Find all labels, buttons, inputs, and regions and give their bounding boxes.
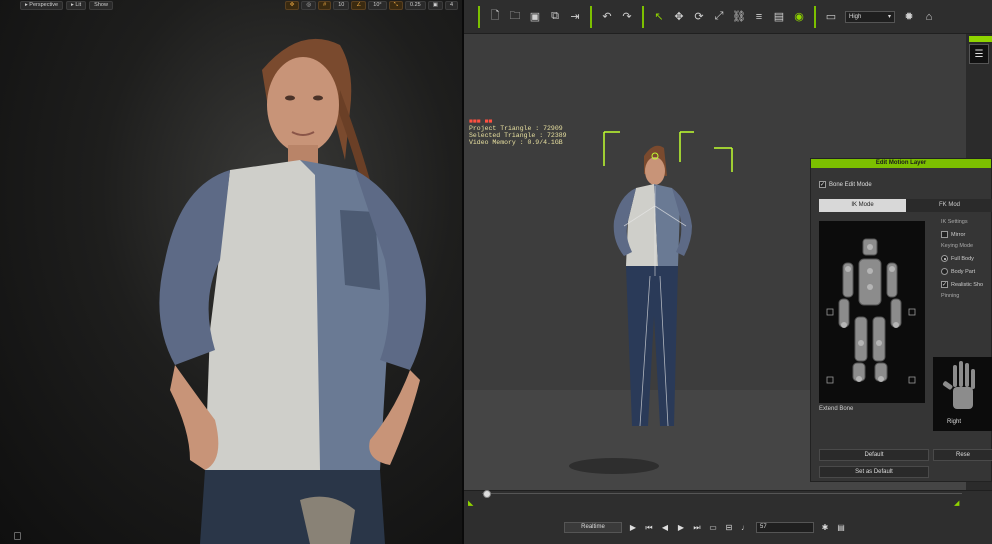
ik-settings-label: IK Settings [941,219,968,225]
timeline-panel-icon[interactable]: ▤ [836,523,846,532]
new-file-icon[interactable]: 🗋 [486,8,504,26]
unreal-viewport[interactable]: ▸ Perspective ▸ Lit Show ✥ ◎ # 10 ∠ 10° … [0,0,462,544]
full-body-radio[interactable] [941,255,948,262]
project-triangle-stat: Project Triangle : 72909 [469,125,563,132]
pin-left-foot-icon[interactable] [826,376,834,384]
current-frame-input[interactable]: 57 [756,522,814,533]
toolbar-separator [478,5,480,28]
hand-diagram [942,361,975,409]
redo-icon[interactable]: ↷ [618,8,636,26]
pin-left-hand-icon[interactable] [826,308,834,316]
bone-edit-mode-option[interactable]: ✓ Bone Edit Mode [819,181,872,188]
keying-mode-label: Keying Mode [941,243,974,249]
iclone-window: 🗋 🗀 ▣ ⧉ ⇥ ↶ ↷ ↖ ✥ ⟳ ⤢ ⛓ ≡ ▤ ◉ ▭ High ▾ ✹ … [464,0,992,544]
playback-controls: Realtime ▶ ⏮ ◀ ▶ ⏭ ▭ ⊟ ♩ 57 ✱ ▤ [564,522,846,533]
timeline-playhead[interactable] [483,490,491,498]
mirror-option[interactable]: Mirror [941,228,992,241]
step-forward-icon[interactable]: ▶ [676,523,686,532]
toolbar-separator [590,5,592,28]
full-body-label: Full Body [951,255,974,262]
import-icon[interactable]: ⧉ [546,8,564,26]
main-toolbar: 🗋 🗀 ▣ ⧉ ⇥ ↶ ↷ ↖ ✥ ⟳ ⤢ ⛓ ≡ ▤ ◉ ▭ High ▾ ✹ … [464,0,992,34]
default-button[interactable]: Default [819,449,929,461]
rotate-icon[interactable]: ⟳ [690,8,708,26]
extend-bone-label: Extend Bone [819,406,854,412]
quality-value: High [849,13,862,20]
full-body-option[interactable]: Full Body [941,252,992,265]
realistic-option[interactable]: ✓ Realistic Sho [941,278,992,291]
range-start-marker-icon[interactable]: ◣ [468,499,473,507]
range-end-marker-icon[interactable]: ◢ [954,499,959,507]
play-icon[interactable]: ▶ [628,523,638,532]
screen-icon[interactable]: ▭ [822,8,840,26]
chevron-down-icon: ▾ [887,14,891,20]
go-to-end-icon[interactable]: ⏭ [692,523,702,533]
edit-motion-layer-panel: Edit Motion Layer ✓ Bone Edit Mode IK Mo… [810,158,992,482]
select-icon[interactable]: ↖ [650,8,668,26]
reset-button[interactable]: Rese [933,449,992,461]
home-icon[interactable]: ⌂ [920,8,938,26]
toolbar-separator [642,5,644,28]
panel-tab[interactable] [969,36,992,42]
ik-settings-group: IK Settings Mirror Keying Mode Full Body… [941,217,992,302]
hand-side-label: Right [947,419,962,425]
toolbar-separator [814,5,816,28]
body-part-label: Body Part [951,268,976,275]
link-icon[interactable]: ⛓ [730,8,748,26]
align-icon[interactable]: ≡ [750,8,768,26]
visibility-icon[interactable]: ◉ [790,8,808,26]
pinning-label: Pinning [941,293,960,299]
tab-fk-mode[interactable]: FK Mod [906,199,992,212]
export-icon[interactable]: ⇥ [566,8,584,26]
body-part-radio[interactable] [941,268,948,275]
left-leg-bone[interactable] [854,316,868,362]
fps-readout: ■■■ ■■ [469,118,493,125]
move-icon[interactable]: ✥ [670,8,688,26]
body-part-option[interactable]: Body Part [941,265,992,278]
right-leg-bone[interactable] [872,316,886,362]
timeline-track[interactable] [482,493,962,494]
skeleton-diagram [826,238,916,384]
camera-icon[interactable]: ▤ [770,8,788,26]
settings-gear-icon[interactable]: ✱ [820,523,830,532]
hand-bone-map[interactable]: Right [933,357,992,431]
loop-icon[interactable]: ▭ [708,523,718,532]
iclone-character[interactable] [564,126,824,486]
scene-stats: ■■■ ■■ Project Triangle : 72909 Selected… [469,118,567,146]
scale-icon[interactable]: ⤢ [710,8,728,26]
realistic-checkbox[interactable]: ✓ [941,281,948,288]
mode-tabs: IK Mode FK Mod [819,199,992,212]
selected-triangle-stat: Selected Triangle : 72389 [469,132,567,139]
character-render [159,38,426,544]
torso-bone[interactable] [858,258,882,306]
open-folder-icon[interactable]: 🗀 [506,8,524,26]
set-as-default-button[interactable]: Set as Default [819,466,929,478]
audio-note-icon[interactable]: ♩ [740,523,750,532]
sun-icon[interactable]: ✹ [900,8,918,26]
mirror-checkbox[interactable] [941,231,948,238]
save-icon[interactable]: ▣ [526,8,544,26]
toggle-timeline-icon[interactable]: ⊟ [724,523,734,532]
bone-edit-mode-label: Bone Edit Mode [829,181,872,188]
video-memory-stat: Video Memory : 0.9/4.1GB [469,139,563,146]
pin-right-hand-icon[interactable] [908,308,916,316]
layers-icon[interactable] [14,532,21,540]
mirror-label: Mirror [951,231,966,238]
realtime-button[interactable]: Realtime [564,522,622,533]
tab-ik-mode[interactable]: IK Mode [819,199,906,212]
render-quality-select[interactable]: High ▾ [845,10,895,23]
step-back-icon[interactable]: ◀ [660,523,670,532]
settings-sliders-icon[interactable]: ☰ [969,44,989,64]
realistic-label: Realistic Sho [951,281,984,288]
pin-right-foot-icon[interactable] [908,376,916,384]
bone-edit-mode-checkbox[interactable]: ✓ [819,181,826,188]
panel-title: Edit Motion Layer [811,159,991,168]
timeline-bar: ◣ ◢ Realtime ▶ ⏮ ◀ ▶ ⏭ ▭ ⊟ ♩ 57 ✱ ▤ [464,490,992,544]
body-bone-map[interactable] [819,221,925,403]
go-to-start-icon[interactable]: ⏮ [644,523,654,533]
undo-icon[interactable]: ↶ [598,8,616,26]
